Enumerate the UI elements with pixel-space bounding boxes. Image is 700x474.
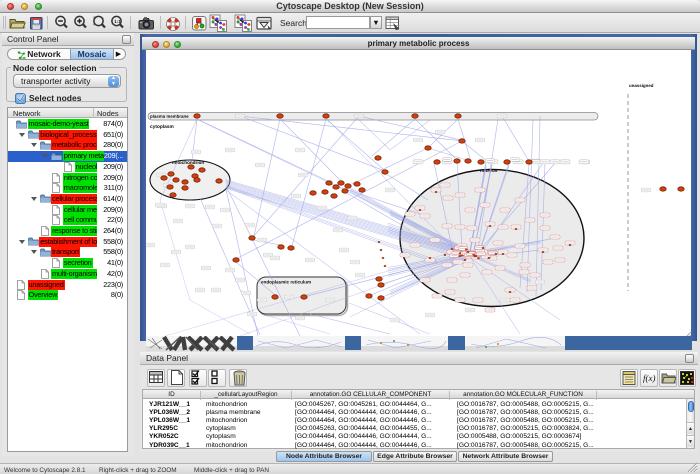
svg-text:f(x): f(x): [643, 373, 656, 383]
svg-text:1:1: 1:1: [114, 19, 121, 24]
